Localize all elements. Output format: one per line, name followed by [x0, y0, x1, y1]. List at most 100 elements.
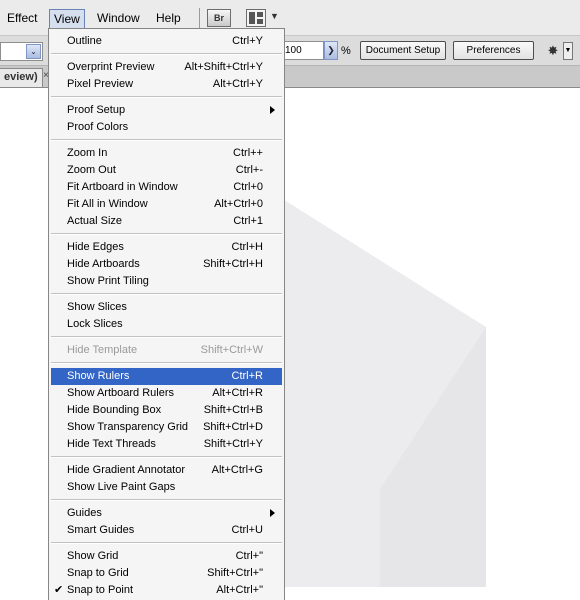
bridge-button[interactable]: Br: [207, 9, 231, 27]
menu-item-shortcut: Alt+Ctrl+": [216, 584, 263, 596]
menu-item-overprint-preview[interactable]: Overprint Preview Alt+Shift+Ctrl+Y: [51, 59, 282, 76]
menu-item-show-print-tiling[interactable]: Show Print Tiling: [51, 273, 282, 290]
menu-item-label: Hide Text Threads: [67, 438, 156, 450]
menu-separator: [51, 362, 282, 364]
menu-item-hide-template: Hide Template Shift+Ctrl+W: [51, 342, 282, 359]
menu-item-label: Proof Setup: [67, 104, 126, 116]
menu-separator: [51, 53, 282, 55]
style-select[interactable]: ⌄: [0, 42, 43, 61]
submenu-arrow-icon: [270, 509, 275, 517]
menu-item-label: Smart Guides: [67, 524, 135, 536]
menu-item-show-grid[interactable]: Show Grid Ctrl+": [51, 548, 282, 565]
menu-item-shortcut: Ctrl+0: [233, 181, 263, 193]
menu-separator: [51, 499, 282, 501]
menu-separator: [51, 293, 282, 295]
menu-item-label: Show Rulers: [67, 370, 130, 382]
menu-item-hide-bounding-box[interactable]: Hide Bounding Box Shift+Ctrl+B: [51, 402, 282, 419]
menu-item-zoom-in[interactable]: Zoom In Ctrl++: [51, 145, 282, 162]
checkmark-icon: ✔: [54, 584, 64, 596]
menu-item-outline[interactable]: Outline Ctrl+Y: [51, 33, 282, 50]
menu-item-shortcut: Alt+Shift+Ctrl+Y: [184, 61, 263, 73]
menu-item-label: Zoom In: [67, 147, 108, 159]
menu-separator: [51, 542, 282, 544]
menu-item-shortcut: Ctrl+Y: [232, 35, 263, 47]
menu-item-label: Show Slices: [67, 301, 127, 313]
menu-separator: [51, 456, 282, 458]
menu-item-fit-all-in-window[interactable]: Fit All in Window Alt+Ctrl+0: [51, 196, 282, 213]
menu-item-label: Show Artboard Rulers: [67, 387, 174, 399]
menu-window[interactable]: Window: [93, 9, 144, 29]
menu-separator: [51, 233, 282, 235]
menu-effect[interactable]: Effect: [3, 9, 41, 29]
menu-item-label: Fit Artboard in Window: [67, 181, 178, 193]
menu-item-label: Fit All in Window: [67, 198, 148, 210]
menu-item-pixel-preview[interactable]: Pixel Preview Alt+Ctrl+Y: [51, 76, 282, 93]
menu-item-shortcut: Shift+Ctrl+D: [203, 421, 263, 433]
menu-item-actual-size[interactable]: Actual Size Ctrl+1: [51, 213, 282, 230]
menu-item-label: Guides: [67, 507, 102, 519]
menu-item-smart-guides[interactable]: Smart Guides Ctrl+U: [51, 522, 282, 539]
magic-wand-icon[interactable]: ✸: [544, 42, 562, 60]
menu-item-shortcut: Ctrl+R: [231, 370, 263, 382]
menu-item-shortcut: Alt+Ctrl+R: [212, 387, 263, 399]
menu-item-show-transparency-grid[interactable]: Show Transparency Grid Shift+Ctrl+D: [51, 419, 282, 436]
menu-help[interactable]: Help: [152, 9, 185, 29]
menu-item-shortcut: Ctrl+H: [231, 241, 263, 253]
menu-item-shortcut: Alt+Ctrl+0: [214, 198, 263, 210]
opacity-unit: %: [341, 45, 351, 57]
menu-separator: [51, 139, 282, 141]
menu-item-proof-setup[interactable]: Proof Setup: [51, 102, 282, 119]
menu-item-label: Hide Template: [67, 344, 138, 356]
menu-item-show-rulers[interactable]: Show Rulers Ctrl+R: [51, 368, 282, 385]
opacity-arrow-icon[interactable]: ❯: [324, 41, 338, 60]
menu-item-shortcut: Alt+Ctrl+Y: [212, 78, 263, 90]
menu-item-hide-gradient-annotator[interactable]: Hide Gradient Annotator Alt+Ctrl+G: [51, 462, 282, 479]
menu-item-shortcut: Shift+Ctrl+W: [200, 344, 263, 356]
preferences-button[interactable]: Preferences: [453, 41, 534, 60]
menu-item-shortcut: Alt+Ctrl+G: [211, 464, 263, 476]
toolbar-separator: [199, 8, 200, 28]
menu-item-label: Hide Artboards: [67, 258, 140, 270]
menu-item-zoom-out[interactable]: Zoom Out Ctrl+-: [51, 162, 282, 179]
menu-item-snap-to-point[interactable]: ✔ Snap to Point Alt+Ctrl+": [51, 582, 282, 599]
menu-item-label: Proof Colors: [67, 121, 129, 133]
menu-item-label: Hide Edges: [67, 241, 124, 253]
arrange-documents-icon[interactable]: [246, 9, 266, 27]
menu-item-shortcut: Shift+Ctrl+": [207, 567, 263, 579]
menu-item-label: Show Print Tiling: [67, 275, 149, 287]
view-menu-dropdown: Outline Ctrl+Y Overprint Preview Alt+Shift+…: [48, 28, 285, 600]
opacity-input[interactable]: 100: [282, 41, 324, 60]
menu-item-show-slices[interactable]: Show Slices: [51, 299, 282, 316]
menu-item-fit-artboard-in-window[interactable]: Fit Artboard in Window Ctrl+0: [51, 179, 282, 196]
menu-item-show-live-paint-gaps[interactable]: Show Live Paint Gaps: [51, 479, 282, 496]
menu-item-label: Show Grid: [67, 550, 119, 562]
menu-item-label: Pixel Preview: [67, 78, 134, 90]
chevron-down-icon[interactable]: ▼: [270, 11, 279, 21]
menu-item-shortcut: Shift+Ctrl+B: [203, 404, 263, 416]
menu-item-proof-colors[interactable]: Proof Colors: [51, 119, 282, 136]
chevron-down-icon[interactable]: ⌄: [26, 44, 41, 59]
menu-item-lock-slices[interactable]: Lock Slices: [51, 316, 282, 333]
document-tab[interactable]: eview): [0, 68, 43, 87]
chevron-down-icon[interactable]: ▼: [563, 42, 573, 60]
document-tab-label: eview): [4, 71, 38, 83]
menu-view[interactable]: View: [49, 9, 85, 29]
menu-item-show-artboard-rulers[interactable]: Show Artboard Rulers Alt+Ctrl+R: [51, 385, 282, 402]
menu-item-shortcut: Ctrl++: [233, 147, 263, 159]
menu-item-label: Hide Gradient Annotator: [67, 464, 186, 476]
menu-item-hide-text-threads[interactable]: Hide Text Threads Shift+Ctrl+Y: [51, 436, 282, 453]
menu-item-guides[interactable]: Guides: [51, 505, 282, 522]
document-setup-button[interactable]: Document Setup: [360, 41, 446, 60]
menu-item-hide-edges[interactable]: Hide Edges Ctrl+H: [51, 239, 282, 256]
menu-item-snap-to-grid[interactable]: Snap to Grid Shift+Ctrl+": [51, 565, 282, 582]
menu-item-shortcut: Ctrl+-: [235, 164, 263, 176]
menu-separator: [51, 336, 282, 338]
submenu-arrow-icon: [270, 106, 275, 114]
menu-item-hide-artboards[interactable]: Hide Artboards Shift+Ctrl+H: [51, 256, 282, 273]
menu-item-label: Hide Bounding Box: [67, 404, 162, 416]
menu-item-label: Actual Size: [67, 215, 123, 227]
menu-item-label: Overprint Preview: [67, 61, 155, 73]
menu-item-label: Lock Slices: [67, 318, 123, 330]
menu-item-label: Snap to Grid: [67, 567, 129, 579]
menu-item-label: Zoom Out: [67, 164, 116, 176]
